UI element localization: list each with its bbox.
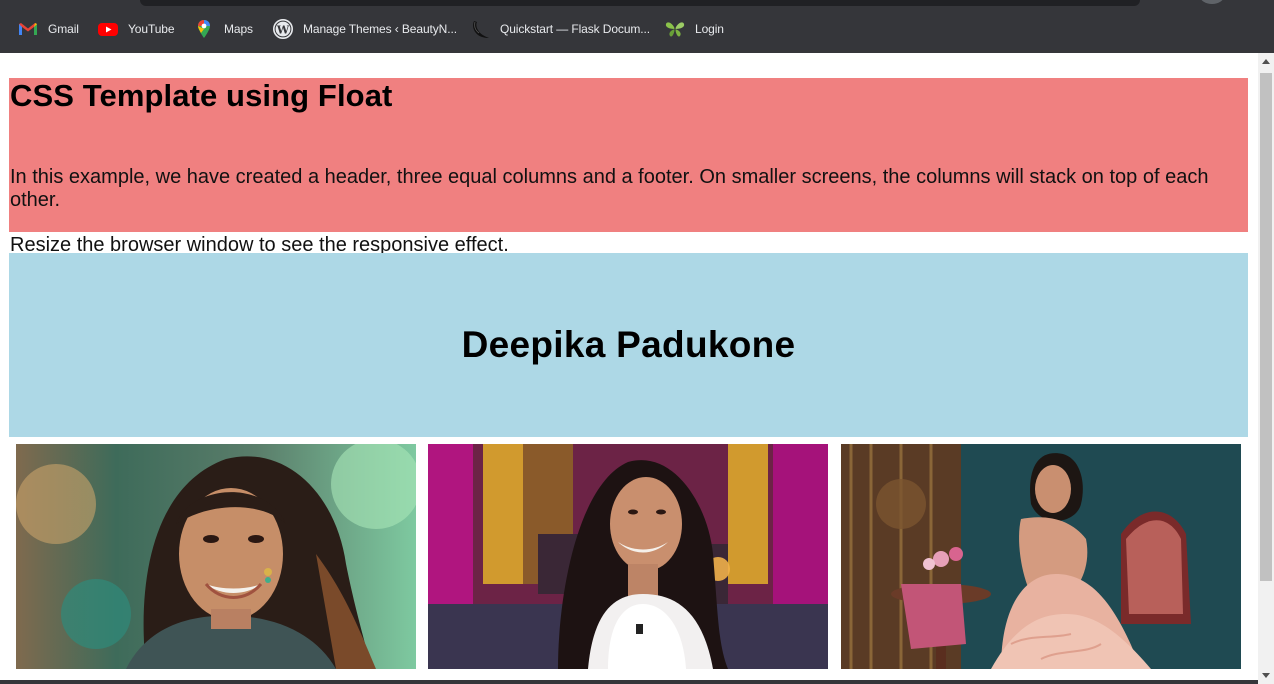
page-title: CSS Template using Float (10, 78, 393, 113)
bookmark-label: Quickstart — Flask Docum... (500, 22, 650, 36)
bookmark-label: Login (695, 22, 724, 36)
bottom-edge (0, 680, 1258, 684)
bookmark-maps[interactable]: Maps (194, 18, 253, 40)
photo-column-1 (16, 444, 416, 669)
svg-text:W: W (276, 23, 290, 36)
wordpress-icon: W (273, 19, 293, 39)
bookmark-manage-themes[interactable]: W Manage Themes ‹ BeautyN... (273, 18, 457, 40)
butterfly-icon (665, 19, 685, 39)
maps-icon (194, 19, 214, 39)
banner-heading: Deepika Padukone (461, 324, 796, 365)
youtube-icon (98, 19, 118, 39)
scroll-up-arrow-icon[interactable] (1262, 59, 1270, 64)
bookmarks-bar: Gmail YouTube Maps W Manage Themes ‹ Bea… (0, 0, 1274, 53)
page-viewport: CSS Template using Float In this example… (0, 53, 1258, 684)
portrait-photo-2 (428, 444, 828, 669)
bookmark-youtube[interactable]: YouTube (98, 18, 175, 40)
bookmark-label: Gmail (48, 22, 79, 36)
profile-avatar[interactable] (1200, 0, 1224, 4)
bookmark-label: YouTube (128, 22, 175, 36)
bookmark-label: Manage Themes ‹ BeautyN... (303, 22, 457, 36)
header-paragraph: In this example, we have created a heade… (10, 166, 1209, 211)
address-bar-edge (140, 0, 1140, 6)
vertical-scrollbar[interactable] (1258, 53, 1274, 684)
header-section: CSS Template using Float In this example… (9, 78, 1248, 256)
name-banner: Deepika Padukone (9, 253, 1248, 437)
bookmark-gmail[interactable]: Gmail (18, 18, 79, 40)
bookmark-login[interactable]: Login (665, 18, 724, 40)
gmail-icon (18, 19, 38, 39)
portrait-photo-1 (16, 444, 416, 669)
bookmark-label: Maps (224, 22, 253, 36)
photo-column-2 (428, 444, 828, 669)
scroll-down-arrow-icon[interactable] (1262, 673, 1270, 678)
portrait-photo-3 (841, 444, 1241, 669)
bookmark-flask[interactable]: Quickstart — Flask Docum... (470, 18, 650, 40)
scrollbar-thumb[interactable] (1260, 73, 1272, 581)
photo-column-3 (841, 444, 1241, 669)
flask-icon (470, 19, 490, 39)
